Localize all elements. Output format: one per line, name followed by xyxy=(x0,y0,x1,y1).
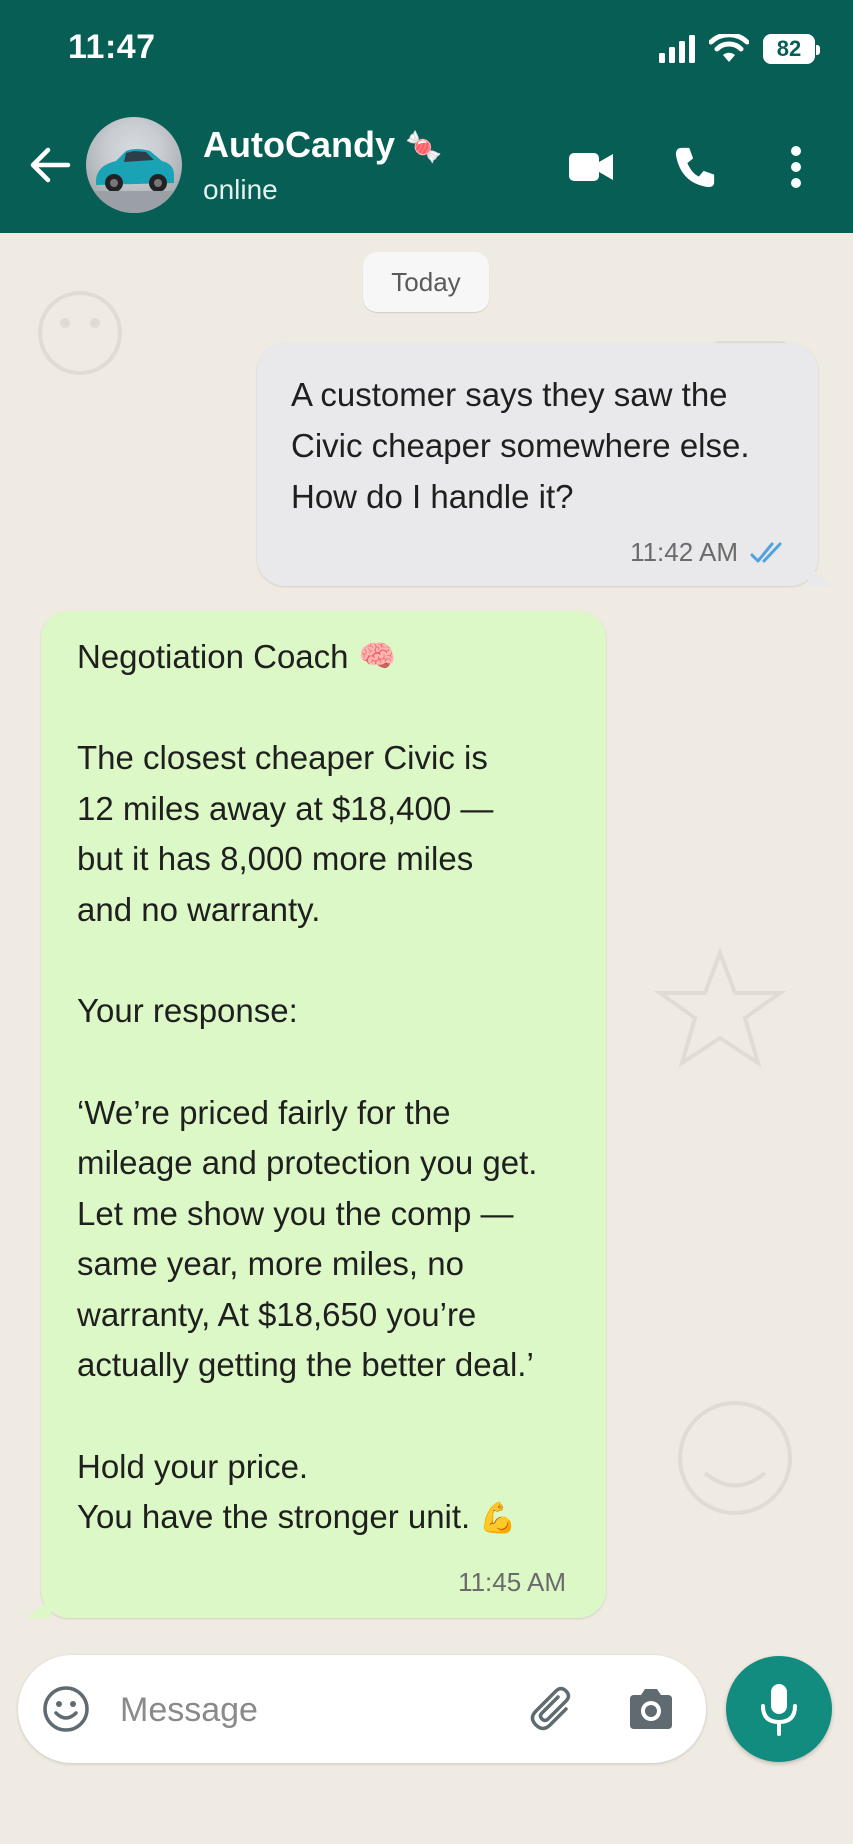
brain-emoji: 🧠 xyxy=(358,640,396,673)
status-time: 11:47 xyxy=(68,28,156,66)
outgoing-message-time: 11:42 AM xyxy=(630,537,738,567)
back-arrow-icon[interactable] xyxy=(26,142,72,188)
wallpaper-doodle-icon xyxy=(653,947,787,1068)
outgoing-message-text: A customer says they saw the Civic cheap… xyxy=(291,376,750,515)
status-icons: 82 xyxy=(659,32,820,66)
date-chip: Today xyxy=(363,252,489,312)
outgoing-message-bubble[interactable]: A customer says they saw the Civic cheap… xyxy=(257,343,832,586)
video-call-icon[interactable] xyxy=(568,145,614,189)
incoming-message-bubble[interactable]: Negotiation Coach 🧠 The closest cheaper … xyxy=(27,611,606,1618)
avatar[interactable] xyxy=(86,117,182,213)
coach-paragraph-script: ‘We’re priced fairly for the mileage and… xyxy=(77,1093,538,1384)
outgoing-message-meta: 11:42 AM xyxy=(630,537,788,568)
coach-paragraph-comparison: The closest cheaper Civic is 12 miles aw… xyxy=(77,739,494,928)
double-check-read-icon xyxy=(750,542,782,562)
bubble-tail xyxy=(27,1598,51,1618)
microphone-icon xyxy=(761,1684,797,1736)
message-composer xyxy=(18,1655,706,1763)
coach-title: Negotiation Coach 🧠 xyxy=(77,631,576,682)
wifi-icon xyxy=(709,34,749,62)
battery-indicator: 82 xyxy=(763,34,820,64)
contact-name[interactable]: AutoCandy 🍬 xyxy=(203,124,442,166)
coach-paragraph-response-label: Your response: xyxy=(77,992,298,1029)
flexed-biceps-emoji: 💪 xyxy=(479,1502,517,1535)
car-avatar-icon xyxy=(86,149,182,213)
bubble-tail xyxy=(808,566,832,586)
incoming-message-time: 11:45 AM xyxy=(458,1567,566,1597)
chat-header: 11:47 82 AutoCandy 🍬 online xyxy=(0,0,853,233)
message-input[interactable] xyxy=(118,1679,522,1741)
signal-icon xyxy=(659,35,695,63)
wallpaper-doodle-icon xyxy=(38,291,122,375)
camera-icon[interactable] xyxy=(626,1685,676,1733)
microphone-button[interactable] xyxy=(726,1656,832,1762)
candy-emoji: 🍬 xyxy=(405,131,443,164)
paperclip-icon[interactable] xyxy=(528,1683,580,1735)
wallpaper-doodle-icon xyxy=(678,1401,792,1515)
phone-icon[interactable] xyxy=(672,145,718,189)
contact-status: online xyxy=(203,174,278,205)
more-options-icon[interactable] xyxy=(780,145,812,189)
coach-paragraph-advice: Hold your price. You have the stronger u… xyxy=(77,1447,517,1536)
emoji-icon[interactable] xyxy=(42,1685,90,1733)
